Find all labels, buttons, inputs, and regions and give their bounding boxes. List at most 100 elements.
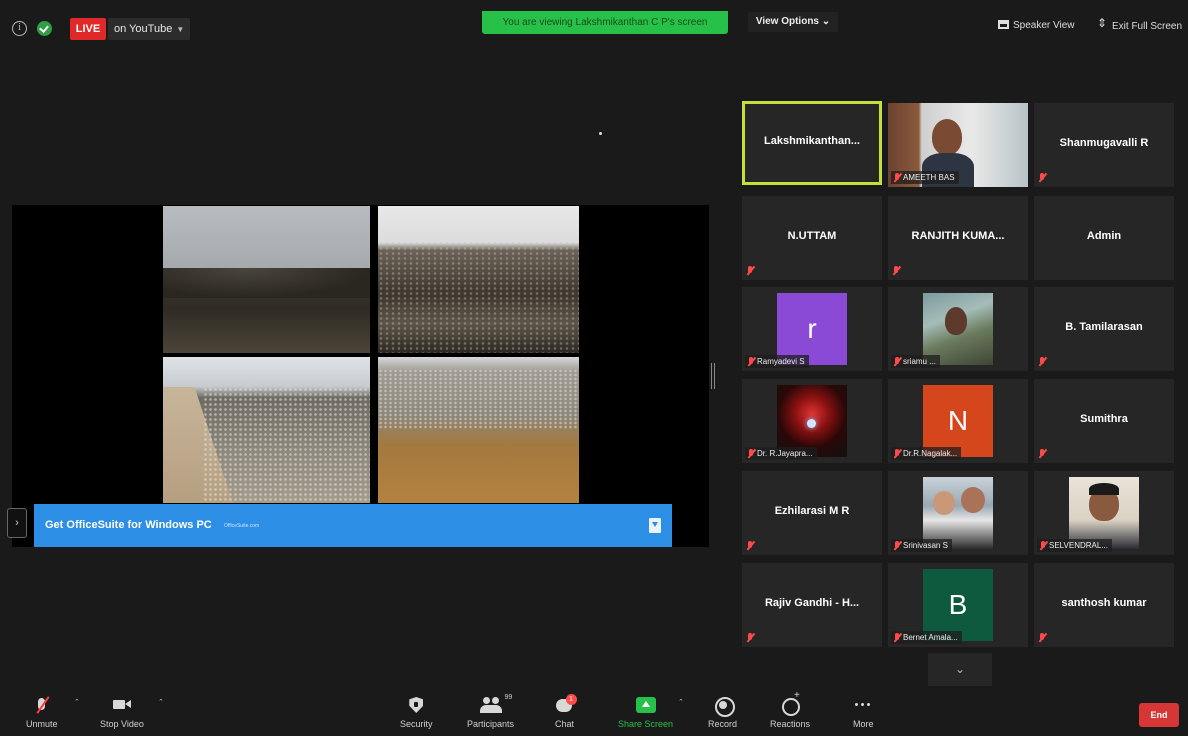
reactions-label: Reactions: [770, 719, 811, 729]
meeting-info-icon[interactable]: i: [12, 21, 27, 36]
gallery-next-page-button[interactable]: ⌄: [928, 653, 992, 686]
ad-banner[interactable]: Get OfficeSuite for Windows PC OfficeSui…: [34, 504, 672, 547]
chat-label: Chat: [555, 719, 575, 729]
chevron-right-icon[interactable]: ›: [7, 508, 27, 538]
chevron-down-icon: ⌄: [954, 662, 966, 676]
participant-tile[interactable]: Ezhilarasi M R: [742, 471, 882, 555]
live-stream-dropdown[interactable]: on YouTube ▼: [108, 18, 191, 40]
split-drag-handle[interactable]: [711, 363, 715, 389]
stop-video-button[interactable]: Stop Video: [100, 694, 144, 729]
participant-label-text: Ramyadevi S: [757, 357, 805, 366]
participant-label: sriamu ...: [891, 355, 940, 368]
participant-label: Ramyadevi S: [745, 355, 809, 368]
more-dots-icon: [854, 694, 872, 716]
meeting-top-bar: i LIVE on YouTube ▼ You are viewing Laksh…: [0, 0, 1188, 62]
participant-label: Bernet Amala...: [891, 631, 962, 644]
mic-muted-icon: [748, 449, 754, 458]
share-screen-icon: [635, 694, 656, 716]
participant-label-text: SELVENDRAL...: [1049, 541, 1108, 550]
mic-muted-icon: [1039, 633, 1045, 642]
mic-muted-icon: [894, 449, 900, 458]
more-label: More: [853, 719, 874, 729]
reactions-button[interactable]: Reactions: [770, 690, 811, 729]
participant-tile[interactable]: RANJITH KUMA...: [888, 196, 1028, 280]
reactions-icon: [781, 690, 801, 716]
view-options-button[interactable]: View Options ⌄: [748, 12, 838, 32]
participant-name: Ezhilarasi M R: [774, 505, 850, 517]
participant-name: Admin: [1086, 230, 1122, 242]
participant-label-text: Bernet Amala...: [903, 633, 958, 642]
landfill-photo-2: [378, 206, 579, 353]
view-options-label: View Options: [755, 16, 819, 27]
viewing-screen-banner: You are viewing Lakshmikanthan C P's scr…: [482, 11, 728, 34]
download-icon[interactable]: [649, 518, 661, 533]
participant-tile[interactable]: Srinivasan S: [888, 471, 1028, 555]
live-badge: LIVE: [70, 18, 106, 40]
participant-label: AMEETH BAS: [891, 171, 959, 184]
participant-tile[interactable]: Rajiv Gandhi - H...: [742, 563, 882, 647]
speaker-view-button[interactable]: Speaker View: [998, 20, 1075, 31]
unmute-label: Unmute: [26, 719, 58, 729]
share-screen-label: Share Screen: [618, 719, 674, 729]
mic-muted-icon: [1040, 541, 1046, 550]
record-label: Record: [708, 719, 738, 729]
participant-label-text: Srinivasan S: [903, 541, 948, 550]
encryption-shield-icon[interactable]: [37, 21, 52, 36]
participants-label: Participants: [467, 719, 515, 729]
landfill-photo-4: [378, 357, 579, 503]
video-camera-icon: [112, 694, 131, 716]
mic-muted-icon: [36, 694, 48, 716]
audio-options-caret[interactable]: ⌃: [74, 698, 80, 706]
participant-label: Dr. R.Jayapra...: [745, 447, 817, 460]
exit-fullscreen-icon: [1097, 16, 1108, 30]
participant-tile[interactable]: B. Tamilarasan: [1034, 287, 1174, 371]
mic-muted-icon: [747, 266, 753, 275]
end-meeting-button[interactable]: End: [1139, 703, 1179, 727]
participant-tile[interactable]: N.UTTAM: [742, 196, 882, 280]
participant-label-text: Dr. R.Jayapra...: [757, 449, 813, 458]
participant-tile[interactable]: sriamu ...: [888, 287, 1028, 371]
participant-tile[interactable]: Lakshmikanthan...: [742, 101, 882, 185]
participant-tile[interactable]: B Bernet Amala...: [888, 563, 1028, 647]
mic-muted-icon: [1039, 449, 1045, 458]
chat-button[interactable]: 1 Chat: [555, 694, 577, 729]
mic-muted-icon: [747, 633, 753, 642]
participant-name: RANJITH KUMA...: [911, 230, 1005, 242]
mic-muted-icon: [747, 541, 753, 550]
mic-muted-icon: [894, 173, 900, 182]
landfill-photo-1: [163, 206, 370, 353]
share-options-caret[interactable]: ⌃: [678, 698, 684, 706]
more-button[interactable]: More: [853, 694, 874, 729]
participant-tile[interactable]: Sumithra: [1034, 379, 1174, 463]
mic-muted-icon: [748, 357, 754, 366]
shared-screen[interactable]: Get OfficeSuite for Windows PC OfficeSui…: [12, 205, 709, 547]
participant-tile[interactable]: santhosh kumar: [1034, 563, 1174, 647]
participant-tile[interactable]: Dr. R.Jayapra...: [742, 379, 882, 463]
exit-fullscreen-button[interactable]: Exit Full Screen: [1097, 16, 1182, 32]
unmute-button[interactable]: Unmute: [26, 694, 58, 729]
participant-name: Shanmugavalli R: [1059, 137, 1149, 149]
participant-count: 99: [504, 694, 513, 701]
mic-muted-icon: [894, 541, 900, 550]
participants-button[interactable]: 99 Participants: [467, 694, 514, 729]
participant-name: N.UTTAM: [787, 230, 837, 242]
security-button[interactable]: Security: [400, 694, 433, 729]
participant-label-text: sriamu ...: [903, 357, 936, 366]
chevron-down-icon: ▼: [176, 25, 185, 34]
record-icon: [714, 694, 735, 717]
video-options-caret[interactable]: ⌃: [158, 698, 164, 706]
participant-tile[interactable]: Admin: [1034, 196, 1174, 280]
security-shield-icon: [409, 694, 423, 716]
participant-tile[interactable]: AMEETH BAS: [888, 103, 1028, 187]
participant-name: Rajiv Gandhi - H...: [764, 597, 860, 609]
mic-muted-icon: [894, 357, 900, 366]
share-screen-button[interactable]: Share Screen: [618, 694, 673, 729]
participant-tile[interactable]: N Dr.R.Nagalak...: [888, 379, 1028, 463]
record-button[interactable]: Record: [708, 694, 737, 729]
landfill-photo-3: [163, 357, 370, 503]
participant-tile[interactable]: Shanmugavalli R: [1034, 103, 1174, 187]
participant-tile[interactable]: SELVENDRAL...: [1034, 471, 1174, 555]
participant-tile[interactable]: r Ramyadevi S: [742, 287, 882, 371]
chevron-down-icon: ⌄: [821, 16, 831, 27]
participant-label-text: AMEETH BAS: [903, 173, 955, 182]
